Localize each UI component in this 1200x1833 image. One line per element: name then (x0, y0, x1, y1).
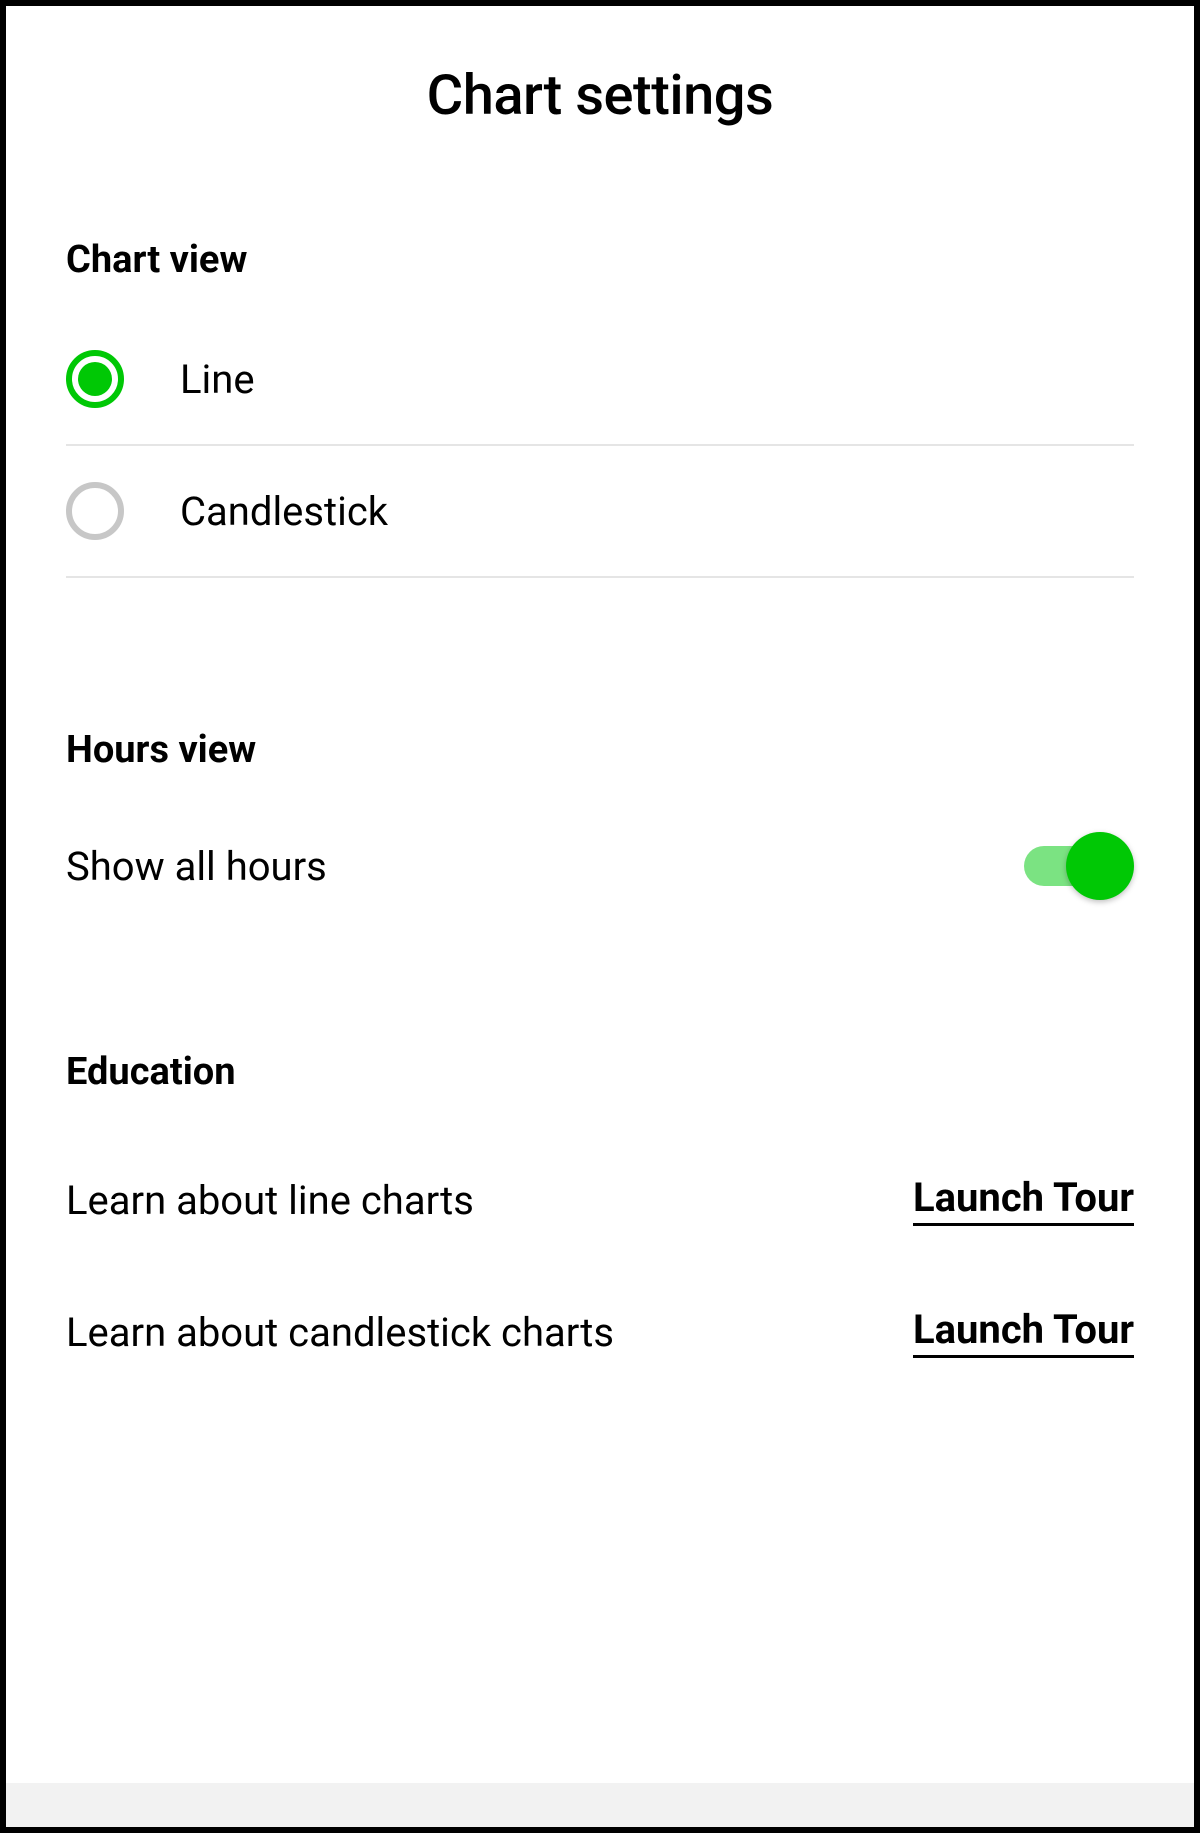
show-all-hours-label: Show all hours (66, 843, 327, 890)
bottom-bar (6, 1783, 1194, 1827)
chart-view-section: Chart view Line Candlestick (66, 238, 1134, 578)
chart-view-option-candlestick[interactable]: Candlestick (66, 446, 1134, 578)
radio-label: Line (180, 356, 255, 403)
launch-tour-link-line[interactable]: Launch Tour (913, 1174, 1134, 1226)
launch-tour-link-candlestick[interactable]: Launch Tour (913, 1306, 1134, 1358)
education-label: Learn about line charts (66, 1177, 474, 1224)
education-label: Learn about candlestick charts (66, 1309, 614, 1356)
education-section: Education Learn about line charts Launch… (66, 1050, 1134, 1358)
page-title: Chart settings (66, 62, 1134, 128)
toggle-knob (1066, 832, 1134, 900)
radio-unselected-icon (66, 482, 124, 540)
show-all-hours-row: Show all hours (66, 832, 1134, 900)
education-heading: Education (66, 1050, 1134, 1094)
education-row-candlestick-charts: Learn about candlestick charts Launch To… (66, 1306, 1134, 1358)
hours-view-section: Hours view Show all hours (66, 728, 1134, 900)
hours-view-heading: Hours view (66, 728, 1134, 772)
show-all-hours-toggle[interactable] (1024, 832, 1134, 900)
chart-view-option-line[interactable]: Line (66, 330, 1134, 446)
chart-view-heading: Chart view (66, 238, 1134, 282)
radio-selected-icon (66, 350, 124, 408)
settings-panel: Chart settings Chart view Line Candlesti… (0, 0, 1200, 1833)
radio-label: Candlestick (180, 488, 388, 535)
education-row-line-charts: Learn about line charts Launch Tour (66, 1174, 1134, 1226)
